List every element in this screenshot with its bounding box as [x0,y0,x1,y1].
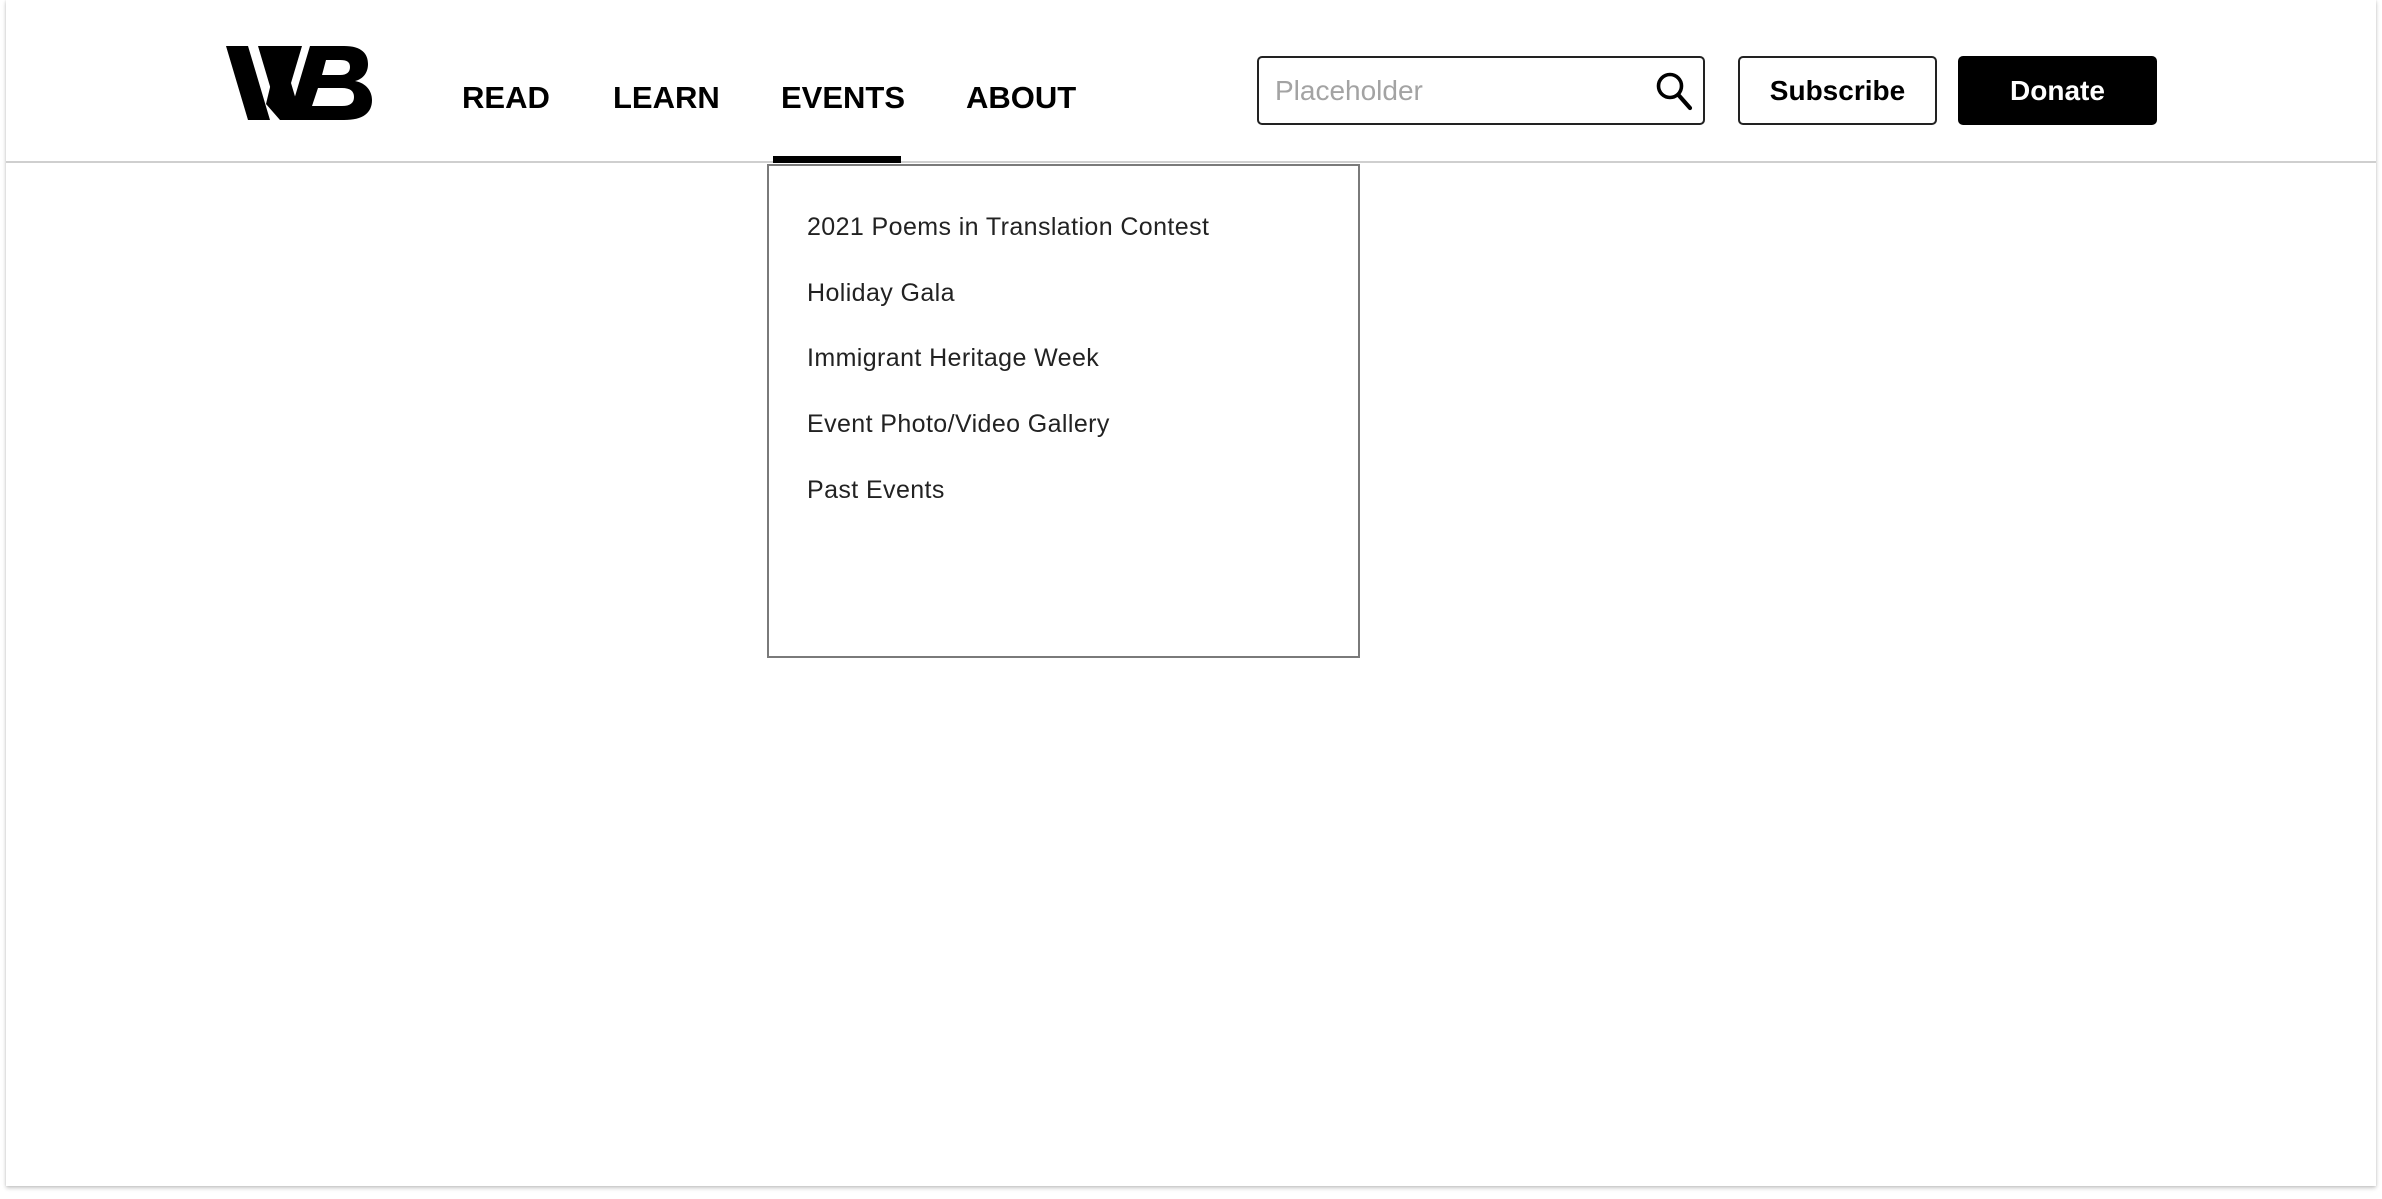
site-header: READ LEARN EVENTS ABOUT Subscribe Donate [6,0,2376,163]
nav-read[interactable]: READ [462,76,550,120]
menu-item-past-events[interactable]: Past Events [807,470,945,510]
nav-learn[interactable]: LEARN [613,76,720,120]
menu-item-immigrant-heritage-week[interactable]: Immigrant Heritage Week [807,338,1099,378]
menu-item-poems-translation-contest[interactable]: 2021 Poems in Translation Contest [807,207,1209,247]
nav-events[interactable]: EVENTS [781,76,905,120]
active-nav-indicator [773,156,901,163]
menu-item-event-gallery[interactable]: Event Photo/Video Gallery [807,404,1110,444]
subscribe-button[interactable]: Subscribe [1738,56,1937,125]
logo[interactable] [226,44,372,122]
search-input[interactable] [1275,66,1635,116]
search-box [1257,56,1705,125]
nav-about[interactable]: ABOUT [966,76,1076,120]
menu-item-holiday-gala[interactable]: Holiday Gala [807,273,955,313]
events-dropdown-menu: 2021 Poems in Translation Contest Holida… [767,164,1360,658]
donate-button[interactable]: Donate [1958,56,2157,125]
page-frame: READ LEARN EVENTS ABOUT Subscribe Donate… [6,0,2376,1186]
search-icon[interactable] [1655,71,1693,111]
